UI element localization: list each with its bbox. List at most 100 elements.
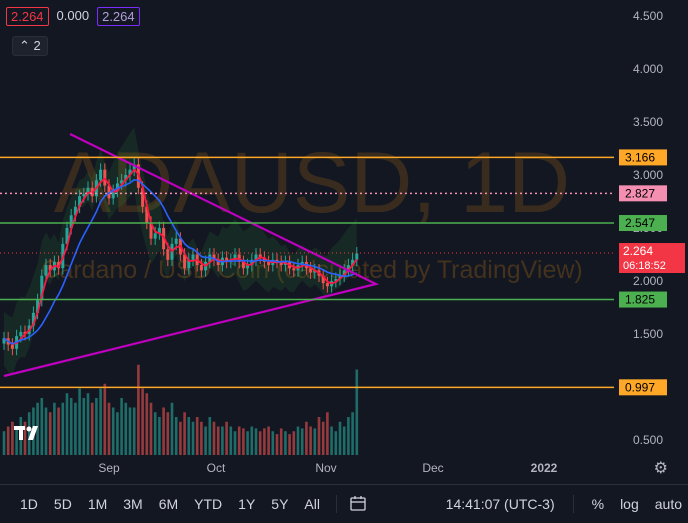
volume-bar xyxy=(326,412,329,455)
log-scale-button[interactable]: log xyxy=(614,496,645,512)
volume-bar xyxy=(212,421,216,455)
collapse-indicators-button[interactable]: ⌃ 2 xyxy=(12,36,48,56)
legend-mid-value: 0.000 xyxy=(56,8,90,23)
timeframe-1y-button[interactable]: 1Y xyxy=(230,496,263,512)
volume-bar xyxy=(74,402,77,455)
indicator-count: 2 xyxy=(33,38,41,53)
timeframe-5d-button[interactable]: 5D xyxy=(46,496,80,512)
volume-bar xyxy=(132,407,136,455)
volume-bar xyxy=(120,398,123,455)
percent-scale-button[interactable]: % xyxy=(586,496,610,512)
volume-bar xyxy=(200,421,203,455)
volume-bar xyxy=(330,426,333,455)
volume-bar xyxy=(145,393,149,455)
volume-bar xyxy=(267,426,270,455)
volume-bar xyxy=(2,431,6,455)
volume-bar xyxy=(141,388,144,455)
volume-bar xyxy=(338,421,342,455)
volume-bar xyxy=(158,417,161,455)
volume-bar xyxy=(355,369,359,455)
timeframe-list: 1D 5D 1M 3M 6M YTD 1Y 5Y All xyxy=(12,496,328,512)
volume-bar xyxy=(300,428,304,455)
y-tick-label: 4.500 xyxy=(633,9,663,23)
volume-bar xyxy=(334,431,338,455)
timeframe-all-button[interactable]: All xyxy=(296,496,328,512)
volume-bar xyxy=(111,407,115,455)
gear-icon[interactable]: ⚙ xyxy=(654,458,668,478)
y-tick-label: 4.000 xyxy=(633,62,663,76)
calendar-range-icon[interactable] xyxy=(349,495,367,513)
chart-area[interactable]: ADAUSD, 1D Cardano / USD Coin (calculated… xyxy=(0,0,688,484)
volume-bar xyxy=(162,407,165,455)
auto-scale-button[interactable]: auto xyxy=(649,496,688,512)
volume-bar xyxy=(195,417,199,455)
volume-bar xyxy=(250,426,254,455)
volume-bar xyxy=(57,407,60,455)
candle-body xyxy=(174,238,178,244)
legend-open-value: 2.264 xyxy=(6,7,49,26)
timeframe-ytd-button[interactable]: YTD xyxy=(186,496,230,512)
volume-bar xyxy=(271,431,275,455)
candle-body xyxy=(199,265,203,271)
volume-bar xyxy=(317,417,321,455)
ohlc-legend: 2.264 0.000 2.264 xyxy=(6,7,140,26)
volume-bar xyxy=(107,402,111,455)
volume-bar xyxy=(233,431,237,455)
volume-bar xyxy=(204,426,207,455)
price-chart[interactable]: ADAUSD, 1DCardano / USD Coin (calculated… xyxy=(0,0,688,484)
last-price-label: 2.264 xyxy=(623,244,653,258)
volume-bar xyxy=(225,421,228,455)
volume-bar xyxy=(95,398,98,455)
price-level-label: 2.547 xyxy=(625,216,655,230)
candle-body xyxy=(99,169,103,181)
x-tick-label: Sep xyxy=(98,461,120,475)
y-tick-label: 0.500 xyxy=(633,433,663,447)
volume-bar xyxy=(61,402,65,455)
timeframe-5y-button[interactable]: 5Y xyxy=(263,496,296,512)
volume-bar xyxy=(263,428,266,455)
volume-bar xyxy=(124,402,128,455)
price-level-label: 0.997 xyxy=(625,380,655,394)
candle-body xyxy=(355,253,359,260)
volume-bar xyxy=(53,402,56,455)
tradingview-logo-icon xyxy=(14,426,38,440)
timeframe-3m-button[interactable]: 3M xyxy=(115,496,150,512)
candle-body xyxy=(166,249,170,260)
volume-bar xyxy=(292,431,296,455)
timeframe-6m-button[interactable]: 6M xyxy=(151,496,186,512)
candle-body xyxy=(191,254,195,260)
bottom-toolbar: 1D 5D 1M 3M 6M YTD 1Y 5Y All 14:41:07 (U… xyxy=(0,484,688,523)
candle-body xyxy=(325,283,329,287)
volume-bar xyxy=(65,393,69,455)
volume-bar xyxy=(309,426,312,455)
volume-bar xyxy=(275,434,279,455)
legend-close-value: 2.264 xyxy=(97,7,140,26)
volume-bar xyxy=(288,434,291,455)
volume-bar xyxy=(86,393,90,455)
last-price-countdown: 06:18:52 xyxy=(623,260,666,272)
candle-body xyxy=(19,331,23,337)
volume-bar xyxy=(342,426,346,455)
volume-bar xyxy=(137,364,140,455)
price-level-label: 1.825 xyxy=(625,293,655,307)
toolbar-right: 14:41:07 (UTC-3) % log auto xyxy=(440,495,688,513)
timeframe-1m-button[interactable]: 1M xyxy=(80,496,115,512)
x-tick-label: Nov xyxy=(315,461,336,475)
timeframe-1d-button[interactable]: 1D xyxy=(12,496,46,512)
volume-bar xyxy=(216,426,220,455)
y-tick-label: 2.000 xyxy=(633,274,663,288)
volume-bar xyxy=(242,428,245,455)
volume-bar xyxy=(284,431,287,455)
volume-bar xyxy=(166,412,170,455)
volume-bar xyxy=(116,412,119,455)
volume-bar xyxy=(69,398,73,455)
volume-bar xyxy=(305,421,308,455)
x-tick-label: 2022 xyxy=(531,461,558,475)
volume-bar xyxy=(183,412,186,455)
volume-bar xyxy=(6,426,10,455)
volume-bar xyxy=(229,426,233,455)
clock-timezone[interactable]: 14:41:07 (UTC-3) xyxy=(440,496,561,512)
volume-bar xyxy=(90,402,94,455)
volume-bar xyxy=(313,428,317,455)
volume-bar xyxy=(99,388,102,455)
